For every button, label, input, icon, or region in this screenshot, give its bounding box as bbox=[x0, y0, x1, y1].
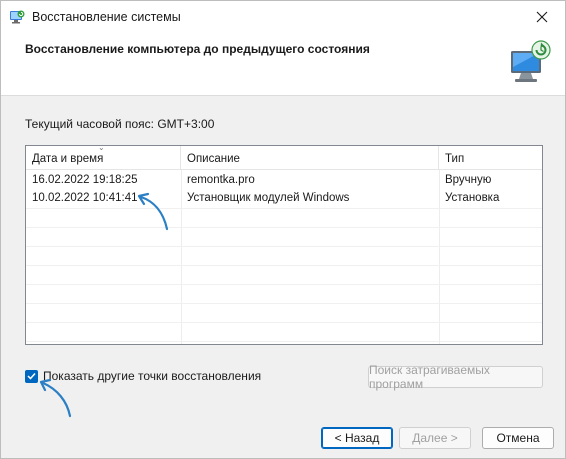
system-restore-monitor-icon bbox=[511, 40, 551, 82]
close-icon bbox=[536, 11, 548, 23]
next-button[interactable]: Далее > bbox=[399, 427, 471, 449]
timezone-label: Текущий часовой пояс: GMT+3:00 bbox=[25, 117, 215, 131]
table-row[interactable]: 10.02.2022 10:41:41 Установщик модулей W… bbox=[26, 189, 542, 208]
cancel-button[interactable]: Отмена bbox=[482, 427, 554, 449]
checkbox-checked-icon[interactable] bbox=[25, 369, 38, 383]
show-more-points-label: Показать другие точки восстановления bbox=[43, 369, 262, 383]
row-type: Вручную bbox=[445, 174, 492, 186]
row-gridline bbox=[26, 227, 542, 228]
row-type: Установка bbox=[445, 192, 500, 204]
row-gridline bbox=[26, 322, 542, 323]
column-header-description-label: Описание bbox=[187, 153, 240, 165]
column-header-type-label: Тип bbox=[445, 153, 465, 165]
row-date: 16.02.2022 19:18:25 bbox=[32, 174, 138, 186]
column-header-description[interactable]: Описание bbox=[181, 146, 439, 170]
row-gridline bbox=[26, 265, 542, 266]
row-description: remontka.pro bbox=[187, 174, 255, 186]
system-restore-window: Восстановление системы Восстановление ко… bbox=[0, 0, 566, 459]
row-gridline bbox=[26, 284, 542, 285]
restore-points-list[interactable]: ⌄ Дата и время Описание Тип 16.02.2022 1… bbox=[25, 145, 543, 345]
system-restore-app-icon bbox=[10, 10, 25, 24]
scan-affected-programs-button[interactable]: Поиск затрагиваемых программ bbox=[368, 363, 543, 391]
window-title: Восстановление системы bbox=[32, 10, 181, 24]
table-row[interactable]: 16.02.2022 19:18:25 remontka.pro Вручную bbox=[26, 171, 542, 190]
row-date: 10.02.2022 10:41:41 bbox=[32, 192, 138, 204]
row-gridline bbox=[26, 246, 542, 247]
row-gridline bbox=[26, 208, 542, 209]
row-description: Установщик модулей Windows bbox=[187, 192, 350, 204]
page-title: Восстановление компьютера до предыдущего… bbox=[25, 42, 370, 56]
column-header-date[interactable]: ⌄ Дата и время bbox=[26, 146, 181, 170]
wizard-header: Восстановление компьютера до предыдущего… bbox=[1, 33, 565, 96]
row-gridline bbox=[26, 341, 542, 342]
column-header-type[interactable]: Тип bbox=[439, 146, 542, 170]
sort-descending-icon: ⌄ bbox=[98, 145, 105, 152]
column-header-date-label: Дата и время bbox=[32, 153, 104, 165]
list-header: ⌄ Дата и время Описание Тип bbox=[26, 146, 542, 170]
show-more-points-checkbox[interactable]: Показать другие точки восстановления bbox=[25, 368, 261, 384]
title-bar: Восстановление системы bbox=[1, 1, 565, 33]
row-gridline bbox=[26, 303, 542, 304]
back-button[interactable]: < Назад bbox=[321, 427, 393, 449]
close-button[interactable] bbox=[519, 1, 565, 33]
